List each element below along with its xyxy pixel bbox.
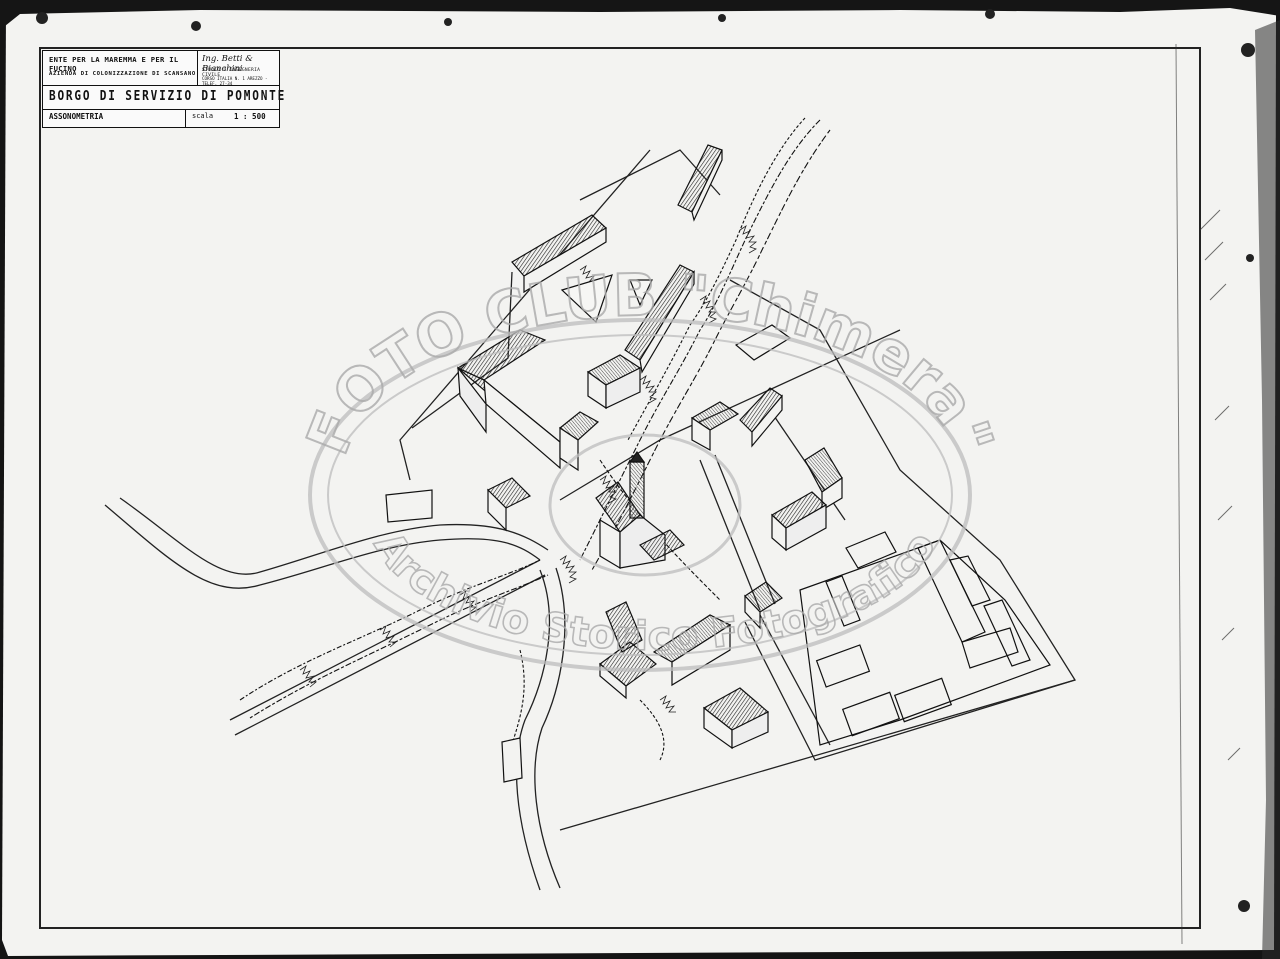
title-block-scale-row: ASSONOMETRIA scala 1 : 500 [43, 109, 279, 127]
azienda-label: AZIENDA DI COLONIZZAZIONE DI SCANSANO [49, 71, 196, 77]
title-block: ENTE PER LA MAREMMA E PER IL FUCINO AZIE… [42, 50, 284, 128]
scale-value: 1 : 500 [234, 112, 266, 121]
drawing-sheet: FOTO CLUB "Chimera" Archivio Storico Fot… [0, 0, 1280, 959]
drawing-title: BORGO DI SERVIZIO DI POMONTE [49, 88, 287, 104]
scale-label: scala [192, 112, 214, 120]
title-block-title-row: BORGO DI SERVIZIO DI POMONTE [43, 85, 284, 110]
studio-cell: Ing. Betti & Bianchini STUDIO D'INGEGNER… [197, 51, 280, 86]
view-type-label: ASSONOMETRIA [49, 112, 104, 121]
scale-cell: scala 1 : 500 [185, 109, 280, 127]
title-block-header-row: ENTE PER LA MAREMMA E PER IL FUCINO AZIE… [43, 51, 279, 86]
axonometric-drawing: FOTO CLUB "Chimera" Archivio Storico Fot… [0, 0, 1280, 959]
